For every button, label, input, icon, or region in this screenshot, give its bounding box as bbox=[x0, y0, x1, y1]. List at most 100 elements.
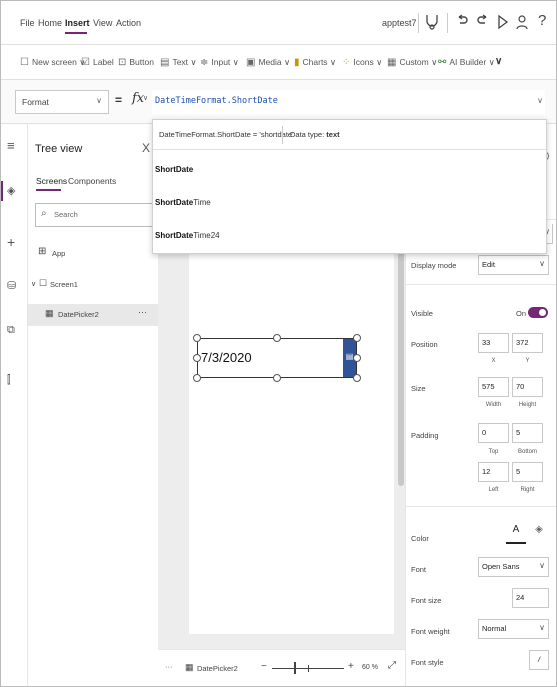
height-caption: Height bbox=[518, 402, 537, 408]
resize-handle[interactable] bbox=[273, 334, 281, 342]
app-icon: ⊞ bbox=[38, 246, 47, 257]
custom-button[interactable]: ▦ Custom ∨ bbox=[387, 57, 437, 68]
autocomplete-option[interactable]: ShortDateTime bbox=[153, 188, 546, 218]
resize-handle[interactable] bbox=[353, 354, 361, 362]
new-screen-label: New screen ∨ bbox=[31, 57, 86, 67]
font-weight-select[interactable]: Normal ∨ bbox=[478, 619, 549, 639]
position-label: Position bbox=[411, 340, 438, 349]
ribbon-more-button[interactable]: ∨ bbox=[495, 56, 502, 67]
display-mode-select[interactable]: Edit ∨ bbox=[478, 255, 549, 275]
screen-canvas[interactable] bbox=[189, 238, 394, 634]
zoom-out-button[interactable]: − bbox=[261, 661, 267, 672]
font-weight-label: Font weight bbox=[411, 627, 450, 636]
media-button[interactable]: ▣ Media ∨ bbox=[246, 57, 290, 68]
fx-chevron-icon[interactable]: ∨ bbox=[143, 94, 148, 102]
resize-handle[interactable] bbox=[193, 354, 201, 362]
visible-toggle[interactable] bbox=[528, 307, 548, 318]
more-options-icon[interactable]: ··· bbox=[165, 662, 173, 671]
position-x-input[interactable]: 33 bbox=[478, 333, 509, 353]
font-select[interactable]: Open Sans ∨ bbox=[478, 557, 549, 577]
layers-icon[interactable]: ◈ bbox=[7, 184, 15, 197]
resize-handle[interactable] bbox=[193, 374, 201, 382]
more-options-icon[interactable]: ··· bbox=[138, 307, 147, 317]
button-button[interactable]: ⊡ Button bbox=[118, 57, 154, 68]
tree-item-datepicker[interactable]: ▦ DatePicker2 ··· bbox=[28, 304, 158, 326]
search-placeholder: Search bbox=[54, 210, 78, 219]
play-icon[interactable] bbox=[497, 14, 509, 34]
advanced-tools-icon[interactable]: ⫿ bbox=[7, 374, 11, 387]
icons-button[interactable]: ⁘ Icons ∨ bbox=[342, 57, 382, 68]
match-text: ShortDate bbox=[155, 198, 194, 207]
menu-view[interactable]: View bbox=[93, 18, 112, 28]
zoom-slider-thumb[interactable] bbox=[294, 662, 296, 674]
ai-builder-label: AI Builder ∨ bbox=[449, 57, 495, 67]
tab-components[interactable]: Components bbox=[68, 176, 116, 186]
menu-insert[interactable]: Insert bbox=[65, 18, 90, 28]
chevron-down-icon[interactable]: ∨ bbox=[31, 280, 36, 288]
padding-bottom-input[interactable]: 5 bbox=[512, 423, 543, 443]
calendar-icon: ▦ bbox=[185, 662, 194, 672]
formula-value: DateTimeFormat.ShortDate bbox=[155, 96, 278, 106]
new-screen-button[interactable]: ☐ New screen ∨ bbox=[20, 57, 85, 68]
help-icon[interactable]: ? bbox=[538, 12, 546, 29]
charts-button[interactable]: ▮ Charts ∨ bbox=[294, 57, 336, 68]
undo-icon[interactable] bbox=[456, 14, 468, 34]
autocomplete-option[interactable]: ShortDate bbox=[153, 155, 546, 185]
datepicker-control[interactable]: 7/3/2020 ▤ bbox=[197, 338, 357, 378]
input-button[interactable]: ≑ Input ∨ bbox=[200, 57, 239, 68]
resize-handle[interactable] bbox=[353, 374, 361, 382]
menu-action[interactable]: Action bbox=[116, 18, 141, 28]
rest-text: Time24 bbox=[193, 231, 220, 240]
search-input[interactable]: ⌕ Search bbox=[35, 203, 153, 227]
padding-top-input[interactable]: 0 bbox=[478, 423, 509, 443]
formula-input[interactable]: DateTimeFormat.ShortDate ∨ bbox=[152, 90, 545, 114]
data-type-prefix: Data type: bbox=[290, 130, 327, 139]
button-icon: ⊡ bbox=[118, 57, 127, 68]
tree-item-app[interactable]: ⊞ App bbox=[28, 243, 158, 265]
app-name: apptest7 bbox=[382, 18, 417, 28]
width-input[interactable]: 575 bbox=[478, 377, 509, 397]
resize-handle[interactable] bbox=[193, 334, 201, 342]
user-icon[interactable] bbox=[516, 14, 528, 34]
chevron-down-icon[interactable]: ∨ bbox=[537, 96, 543, 105]
italic-button[interactable]: / bbox=[529, 650, 549, 670]
property-select[interactable]: Format ∨ bbox=[15, 90, 109, 114]
expand-icon[interactable]: ⤢ bbox=[388, 660, 396, 671]
color-label: Color bbox=[411, 534, 429, 543]
autocomplete-option[interactable]: ShortDateTime24 bbox=[153, 221, 546, 251]
data-icon[interactable]: ⛁ bbox=[7, 279, 16, 292]
height-input[interactable]: 70 bbox=[512, 377, 543, 397]
position-y-input[interactable]: 372 bbox=[512, 333, 543, 353]
visible-state: On bbox=[516, 309, 527, 318]
media-label: Media ∨ bbox=[258, 57, 291, 67]
stethoscope-icon[interactable] bbox=[425, 14, 439, 34]
padding-right-input[interactable]: 5 bbox=[512, 462, 543, 482]
font-size-input[interactable]: 24 bbox=[512, 588, 549, 608]
redo-icon[interactable] bbox=[477, 14, 489, 34]
padding-left-input[interactable]: 12 bbox=[478, 462, 509, 482]
insert-plus-icon[interactable]: + bbox=[7, 234, 15, 250]
icons-label: Icons ∨ bbox=[353, 57, 383, 67]
resize-handle[interactable] bbox=[273, 374, 281, 382]
fill-color-icon[interactable]: ◈ bbox=[529, 524, 549, 544]
menu-home[interactable]: Home bbox=[38, 18, 62, 28]
tree-item-screen[interactable]: ∨ ☐ Screen1 bbox=[28, 274, 158, 296]
label-button[interactable]: ☑ Label bbox=[81, 57, 114, 68]
input-label: Input ∨ bbox=[211, 57, 239, 67]
close-icon[interactable]: X bbox=[142, 141, 150, 155]
selected-control-label[interactable]: DatePicker2 bbox=[197, 664, 238, 673]
media-icon[interactable]: ⧉ bbox=[7, 324, 15, 337]
zoom-in-button[interactable]: + bbox=[348, 661, 354, 672]
tree-item-label: App bbox=[52, 249, 66, 258]
autocomplete-option-label: ShortDateTime24 bbox=[155, 231, 220, 240]
visible-label: Visible bbox=[411, 309, 433, 318]
hamburger-icon[interactable]: ≡ bbox=[7, 138, 15, 153]
canvas-scrollbar[interactable] bbox=[398, 246, 404, 486]
text-button[interactable]: ▤ Text ∨ bbox=[160, 57, 197, 68]
ai-builder-button[interactable]: ⚯ AI Builder ∨ bbox=[438, 57, 495, 68]
tab-screens[interactable]: Screens bbox=[36, 176, 67, 186]
menu-insert-underline bbox=[65, 32, 87, 34]
resize-handle[interactable] bbox=[353, 334, 361, 342]
font-color-button[interactable]: A bbox=[506, 524, 526, 544]
menu-file[interactable]: File bbox=[20, 18, 35, 28]
